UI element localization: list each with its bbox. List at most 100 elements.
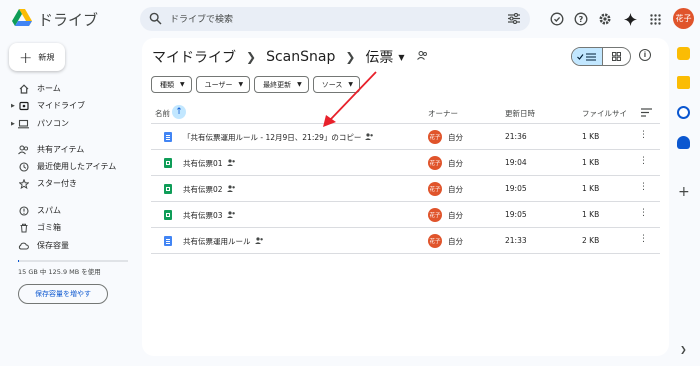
table-row[interactable]: 共有伝票02 花子 自分 19:05 1 KB ⋮ xyxy=(151,176,660,202)
filter-chip[interactable]: 最終更新 ▼ xyxy=(254,76,309,93)
expand-triangle-icon[interactable]: ▶ xyxy=(11,103,15,109)
breadcrumb-current-folder[interactable]: 伝票 xyxy=(365,47,393,67)
more-options-icon[interactable]: ⋮ xyxy=(639,234,648,244)
offline-status-icon[interactable] xyxy=(549,11,565,27)
header-modified[interactable]: 更新日時 xyxy=(505,108,535,119)
trash-icon xyxy=(17,223,30,233)
table-row[interactable]: 共有伝票運用ルール 花子 自分 21:33 2 KB ⋮ xyxy=(151,228,660,254)
more-options-icon[interactable]: ⋮ xyxy=(639,182,648,192)
sort-options-icon[interactable] xyxy=(641,108,652,117)
apps-grid-icon[interactable] xyxy=(647,11,663,27)
account-avatar[interactable]: 花子 xyxy=(673,8,694,29)
filter-chip-label: 種類 xyxy=(160,80,174,89)
owner-avatar: 花子 xyxy=(428,156,442,170)
sidebar-item-label: 最近使用したアイテム xyxy=(37,162,117,171)
file-name-text: 共有伝票01 xyxy=(183,159,223,168)
sidebar-item-computer[interactable]: ▶ パソコン xyxy=(0,115,130,132)
shared-people-icon xyxy=(226,185,236,194)
get-more-storage-button[interactable]: 保存容量を増やす xyxy=(18,284,108,304)
filter-chip-label: ユーザー xyxy=(204,80,233,89)
owner-name: 自分 xyxy=(448,185,463,194)
header-owner[interactable]: オーナー xyxy=(428,108,458,119)
search-bar[interactable]: ドライブで検索 xyxy=(140,7,530,31)
file-name-text: 共有伝票運用ルール xyxy=(183,237,251,246)
sidebar-item-spam[interactable]: スパム xyxy=(0,202,130,219)
storage-meter xyxy=(18,260,128,262)
storage-meter-fill xyxy=(18,260,19,262)
new-button[interactable]: + 新規 xyxy=(9,43,65,71)
search-icon xyxy=(149,12,162,25)
file-name-text: 「共有伝票運用ルール - 12月9日、21:29」のコピー xyxy=(183,133,362,142)
sidebar-item-label: スター付き xyxy=(37,179,77,188)
sidebar-item-home[interactable]: ホーム xyxy=(0,80,130,97)
owner-avatar: 花子 xyxy=(428,130,442,144)
owner-avatar: 花子 xyxy=(428,208,442,222)
sidebar-item-star[interactable]: スター付き xyxy=(0,175,130,192)
filter-chip[interactable]: ユーザー ▼ xyxy=(195,76,251,93)
caret-down-icon: ▼ xyxy=(348,81,354,88)
modified-time: 19:05 xyxy=(505,184,527,193)
breadcrumb-my-drive[interactable]: マイドライブ xyxy=(152,47,236,67)
caret-down-icon: ▼ xyxy=(297,81,302,88)
owner-avatar: 花子 xyxy=(428,182,442,196)
google-sheets-icon xyxy=(164,210,172,220)
chevron-right-icon[interactable]: ❯ xyxy=(680,345,687,354)
sort-ascending-arrow-icon[interactable]: ↑ xyxy=(172,105,186,119)
file-name[interactable]: 共有伝票01 xyxy=(183,158,236,169)
table-row[interactable]: 「共有伝票運用ルール - 12月9日、21:29」のコピー 花子 自分 21:36 1 … xyxy=(151,124,660,150)
header-size[interactable]: ファイルサイ xyxy=(582,108,627,119)
expand-triangle-icon[interactable]: ▶ xyxy=(11,121,15,127)
owner-name: 自分 xyxy=(448,211,463,220)
shared-folder-icon xyxy=(416,51,428,63)
clock-icon xyxy=(17,161,30,172)
keep-app-icon[interactable] xyxy=(677,76,690,89)
sidebar-item-my-drive[interactable]: ▶ マイドライブ xyxy=(0,97,130,114)
sidebar-item-trash[interactable]: ゴミ箱 xyxy=(0,219,130,236)
file-name[interactable]: 共有伝票02 xyxy=(183,184,236,195)
shared-people-icon xyxy=(365,133,374,142)
drive-logo-icon[interactable] xyxy=(12,9,32,27)
gemini-sparkle-icon[interactable] xyxy=(622,11,638,27)
grid-view-icon xyxy=(612,52,621,61)
file-name[interactable]: 「共有伝票運用ルール - 12月9日、21:29」のコピー xyxy=(183,132,374,143)
sidebar-item-cloud[interactable]: 保存容量 xyxy=(0,237,130,254)
sidebar-item-clock[interactable]: 最近使用したアイテム xyxy=(0,158,130,175)
spam-icon xyxy=(17,205,30,216)
caret-down-icon: ▼ xyxy=(238,81,244,88)
calendar-app-icon[interactable] xyxy=(677,47,690,60)
table-row[interactable]: 共有伝票01 花子 自分 19:04 1 KB ⋮ xyxy=(151,150,660,176)
app-brand[interactable]: ドライブ xyxy=(38,9,98,30)
shared-people-icon xyxy=(226,211,236,220)
sidebar-item-label: 共有アイテム xyxy=(37,145,85,154)
caret-down-icon[interactable]: ▼ xyxy=(398,53,404,62)
more-options-icon[interactable]: ⋮ xyxy=(639,156,648,166)
modified-time: 19:04 xyxy=(505,158,527,167)
search-options-icon[interactable] xyxy=(508,13,520,24)
grid-view-button[interactable] xyxy=(603,48,630,65)
filter-chip[interactable]: 種類 ▼ xyxy=(151,76,192,93)
search-input[interactable]: ドライブで検索 xyxy=(170,12,233,25)
info-icon[interactable]: i xyxy=(639,49,651,61)
shared-people-icon xyxy=(254,237,264,246)
more-options-icon[interactable]: ⋮ xyxy=(639,130,648,140)
add-addon-icon[interactable]: + xyxy=(678,184,690,200)
file-size: 1 KB xyxy=(582,158,600,167)
settings-gear-icon[interactable] xyxy=(597,11,613,27)
more-options-icon[interactable]: ⋮ xyxy=(639,208,648,218)
filter-chip[interactable]: ソース ▼ xyxy=(312,76,361,93)
list-view-button[interactable] xyxy=(572,48,603,65)
table-row[interactable]: 共有伝票03 花子 自分 19:05 1 KB ⋮ xyxy=(151,202,660,228)
sidebar-item-shared-people[interactable]: 共有アイテム xyxy=(0,141,130,158)
contacts-app-icon[interactable] xyxy=(677,136,690,149)
sidebar-item-label: ホーム xyxy=(37,84,61,93)
file-name[interactable]: 共有伝票運用ルール xyxy=(183,236,264,247)
help-icon[interactable]: ? xyxy=(573,11,589,27)
header-name[interactable]: 名前 xyxy=(155,108,170,119)
file-name[interactable]: 共有伝票03 xyxy=(183,210,236,221)
file-size: 1 KB xyxy=(582,210,600,219)
breadcrumb-scansnap[interactable]: ScanSnap xyxy=(266,49,335,65)
tasks-app-icon[interactable] xyxy=(677,106,690,119)
home-icon xyxy=(17,83,30,94)
owner-avatar: 花子 xyxy=(428,234,442,248)
google-sheets-icon xyxy=(164,184,172,194)
